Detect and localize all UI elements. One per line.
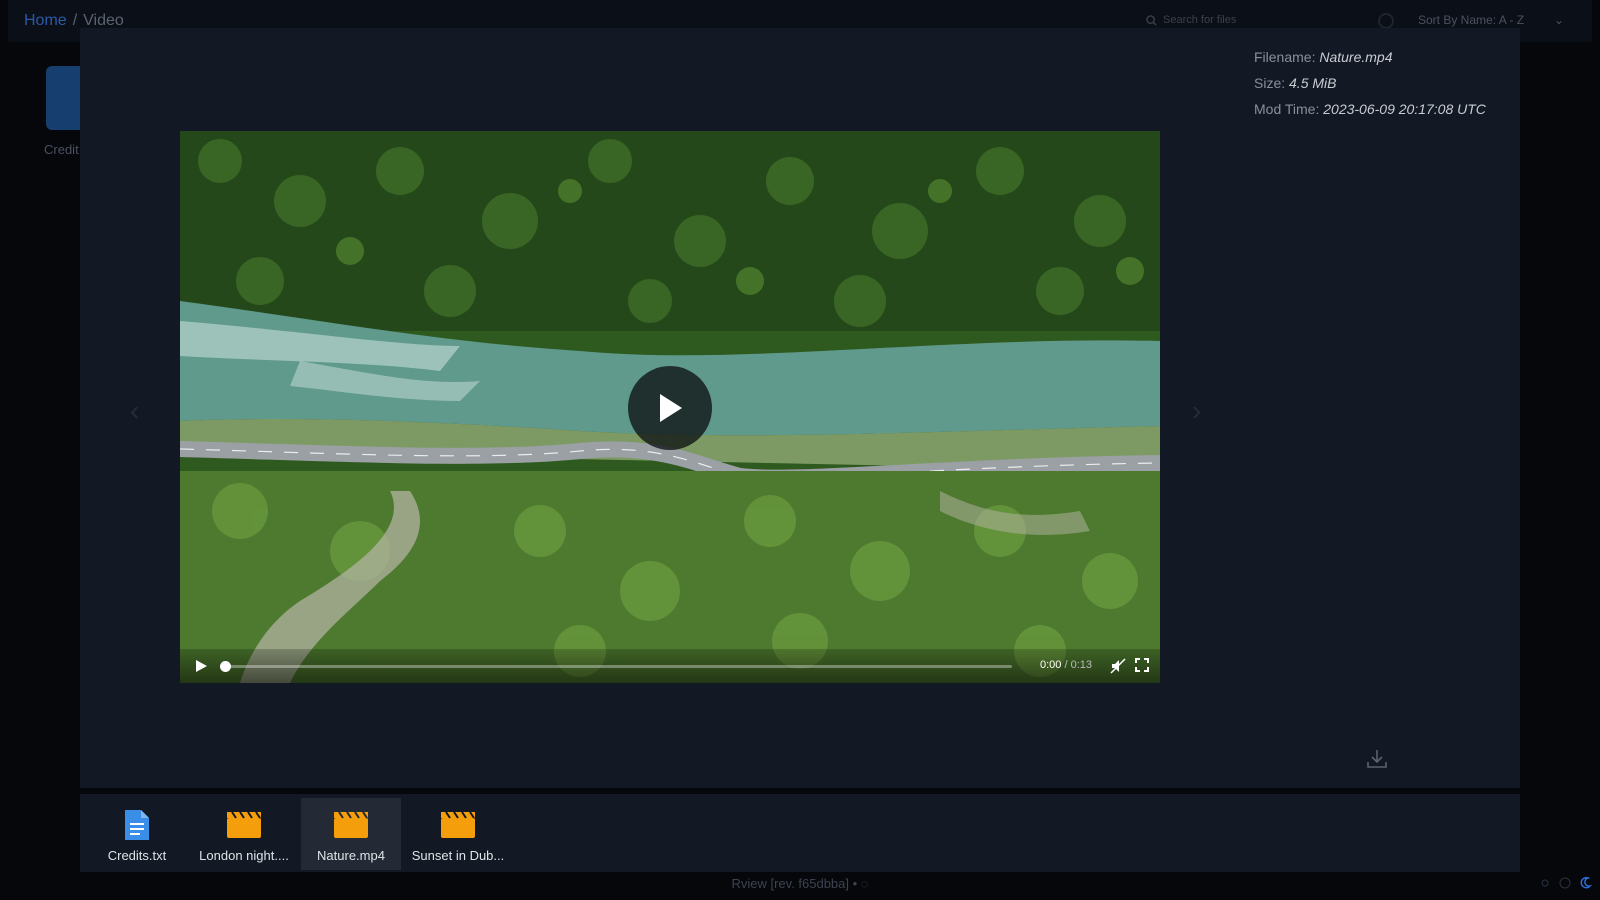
previous-arrow-icon[interactable]: ‹ [130,395,139,427]
info-size: Size: 4.5 MiB [1254,75,1337,91]
sort-label: Sort By Name: A - Z [1418,13,1525,27]
play-icon [660,394,682,422]
breadcrumb-separator: / [72,12,78,29]
footer-text: Rview [rev. f65dbba] • [731,876,858,891]
strip-item-selected[interactable]: Nature.mp4 [301,798,401,870]
auto-theme-icon[interactable] [1558,876,1572,890]
file-strip: Credits.txt London night.... Nature.mp4 … [80,794,1520,872]
progress-bar[interactable] [224,665,1012,668]
sun-icon[interactable] [1538,876,1552,890]
info-filename: Filename: Nature.mp4 [1254,49,1393,65]
chevron-down-icon: ⌄ [1554,13,1565,27]
search-icon [1146,14,1157,26]
video-player[interactable]: 0:00 / 0:13 [180,131,1160,683]
fullscreen-icon[interactable] [1135,658,1149,672]
video-controls: 0:00 / 0:13 [180,649,1160,683]
strip-item-label: Nature.mp4 [317,848,385,863]
big-play-button[interactable] [628,366,712,450]
strip-item[interactable]: London night.... [194,798,294,870]
moon-icon[interactable] [1578,876,1592,890]
background-file-label: Credit [44,142,79,157]
sort-select[interactable]: Sort By Name: A - Z ⌄ [1418,13,1564,27]
breadcrumb-home[interactable]: Home [24,12,67,30]
clapperboard-icon [440,808,476,842]
strip-item[interactable]: Sunset in Dub... [408,798,508,870]
github-icon[interactable]: ◌ [861,876,869,891]
strip-item[interactable]: Credits.txt [87,798,187,870]
footer: Rview [rev. f65dbba] • ◌ [0,876,1600,891]
strip-item-label: Sunset in Dub... [411,848,505,863]
theme-switcher [1538,876,1592,890]
current-time: 0:00 [1040,659,1062,671]
muted-speaker-icon[interactable] [1110,658,1126,674]
file-info: Filename: Nature.mp4 Size: 4.5 MiB Mod T… [1254,44,1486,122]
info-modtime: Mod Time: 2023-06-09 20:17:08 UTC [1254,101,1486,117]
time-display: 0:00 / 0:13 [1040,659,1093,671]
duration: 0:13 [1070,659,1093,671]
download-icon[interactable] [1366,748,1388,770]
strip-item-label: Credits.txt [107,848,167,863]
search-field[interactable]: Search for files [1146,14,1236,26]
document-icon [123,808,151,842]
search-input[interactable]: Search for files [1163,14,1236,26]
play-icon[interactable] [194,659,208,673]
progress-handle[interactable] [220,661,231,672]
strip-item-label: London night.... [199,848,289,863]
clapperboard-icon [333,808,369,842]
clapperboard-icon [226,808,262,842]
refresh-icon[interactable] [1378,13,1394,29]
next-arrow-icon[interactable]: › [1192,395,1201,427]
